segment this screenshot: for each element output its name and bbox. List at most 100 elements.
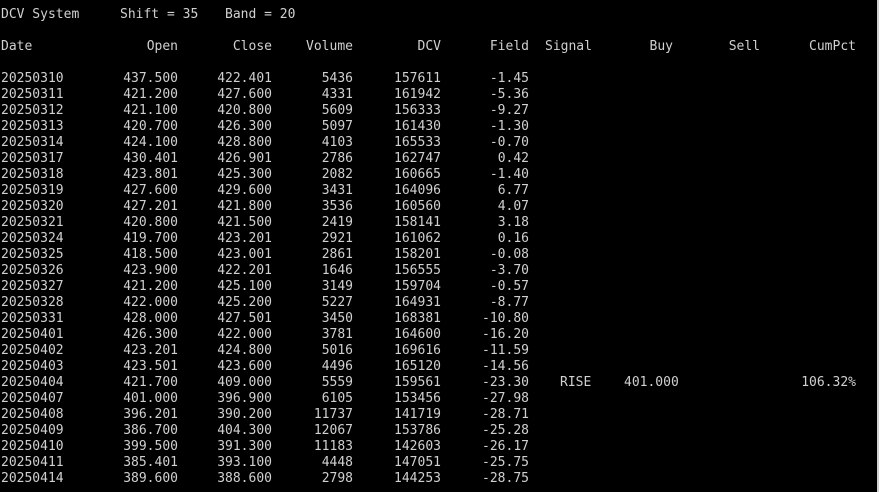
row-volume: 3149 xyxy=(321,279,353,294)
row-close: 396.900 xyxy=(217,391,272,406)
row-field: -25.75 xyxy=(482,455,529,470)
row-close: 391.300 xyxy=(217,439,272,454)
row-volume: 2786 xyxy=(321,151,353,166)
row-field: -16.20 xyxy=(482,327,529,342)
row-open: 401.000 xyxy=(123,391,178,406)
table-row: 20250312 421.100 420.800 5609 156333 -9.27 xyxy=(0,103,863,119)
table-row: 20250321 420.800 421.500 2419 158141 3.18 xyxy=(0,215,863,231)
row-open: 421.200 xyxy=(123,279,178,294)
table-row: 20250313 420.700 426.300 5097 161430 -1.30 xyxy=(0,119,863,135)
row-field: -11.59 xyxy=(482,343,529,358)
row-volume: 2419 xyxy=(321,215,353,230)
header-field: Field xyxy=(489,39,529,54)
row-open: 399.500 xyxy=(123,439,178,454)
row-date: 20250310 xyxy=(1,71,64,86)
band-param: Band = 20 xyxy=(225,7,296,22)
row-open: 419.700 xyxy=(123,231,178,246)
row-date: 20250409 xyxy=(1,423,64,438)
row-dcv: 160665 xyxy=(394,167,441,182)
row-close: 428.800 xyxy=(217,135,272,150)
title-line: DCV System Shift = 35 Band = 20 xyxy=(0,7,295,23)
row-close: 409.000 xyxy=(217,375,272,390)
row-open: 421.200 xyxy=(123,87,178,102)
header-date: Date xyxy=(1,39,33,54)
row-close: 393.100 xyxy=(217,455,272,470)
row-close: 422.401 xyxy=(217,71,272,86)
table-row: 20250311 421.200 427.600 4331 161942 -5.36 xyxy=(0,87,863,103)
row-open: 421.700 xyxy=(123,375,178,390)
row-field: 4.07 xyxy=(497,199,529,214)
table-row: 20250319 427.600 429.600 3431 164096 6.77 xyxy=(0,183,863,199)
vertical-scrollbar[interactable] xyxy=(863,0,879,492)
row-close: 420.800 xyxy=(217,103,272,118)
row-cumpct: 106.32% xyxy=(801,375,856,390)
row-volume: 3781 xyxy=(321,327,353,342)
row-date: 20250411 xyxy=(1,455,64,470)
row-field: -28.71 xyxy=(482,407,529,422)
row-field: -25.28 xyxy=(482,423,529,438)
row-open: 396.201 xyxy=(123,407,178,422)
shift-param: Shift = 35 xyxy=(120,7,199,22)
row-field: -1.45 xyxy=(489,71,529,86)
row-signal: RISE xyxy=(560,375,592,390)
row-dcv: 165533 xyxy=(394,135,441,150)
row-date: 20250326 xyxy=(1,263,64,278)
table-row: 20250324 419.700 423.201 2921 161062 0.16 xyxy=(0,231,863,247)
row-close: 390.200 xyxy=(217,407,272,422)
row-open: 428.000 xyxy=(123,311,178,326)
row-dcv: 156555 xyxy=(394,263,441,278)
row-dcv: 142603 xyxy=(394,439,441,454)
system-name: DCV System xyxy=(1,7,80,22)
table-row: 20250318 423.801 425.300 2082 160665 -1.40 xyxy=(0,167,863,183)
table-row: 20250402 423.201 424.800 5016 169616 -11.59 xyxy=(0,343,863,359)
row-date: 20250324 xyxy=(1,231,64,246)
row-open: 430.401 xyxy=(123,151,178,166)
row-close: 424.800 xyxy=(217,343,272,358)
row-volume: 2082 xyxy=(321,167,353,182)
row-dcv: 169616 xyxy=(394,343,441,358)
row-volume: 5227 xyxy=(321,295,353,310)
row-dcv: 161430 xyxy=(394,119,441,134)
row-open: 423.900 xyxy=(123,263,178,278)
row-dcv: 153456 xyxy=(394,391,441,406)
row-open: 427.201 xyxy=(123,199,178,214)
row-field: -27.98 xyxy=(482,391,529,406)
row-open: 423.501 xyxy=(123,359,178,374)
row-dcv: 158201 xyxy=(394,247,441,262)
table-row: 20250404 421.700 409.000 5559 159561 -23.30 RI… xyxy=(0,375,863,391)
row-field: -9.27 xyxy=(489,103,529,118)
row-volume: 11183 xyxy=(313,439,353,454)
row-field: -0.70 xyxy=(489,135,529,150)
row-open: 422.000 xyxy=(123,295,178,310)
row-dcv: 159704 xyxy=(394,279,441,294)
row-open: 420.800 xyxy=(123,215,178,230)
table-row: 20250411 385.401 393.100 4448 147051 -25.75 xyxy=(0,455,863,471)
row-volume: 3536 xyxy=(321,199,353,214)
row-close: 426.300 xyxy=(217,119,272,134)
row-dcv: 162747 xyxy=(394,151,441,166)
row-field: -23.30 xyxy=(482,375,529,390)
row-volume: 6105 xyxy=(321,391,353,406)
table-row: 20250410 399.500 391.300 11183 142603 -26.17 xyxy=(0,439,863,455)
console-output: DCV System Shift = 35 Band = 20 Date Ope… xyxy=(0,0,863,492)
row-open: 437.500 xyxy=(123,71,178,86)
row-close: 421.500 xyxy=(217,215,272,230)
row-volume: 2861 xyxy=(321,247,353,262)
row-field: -1.30 xyxy=(489,119,529,134)
table-row: 20250325 418.500 423.001 2861 158201 -0.08 xyxy=(0,247,863,263)
row-field: 3.18 xyxy=(497,215,529,230)
row-date: 20250402 xyxy=(1,343,64,358)
table-row: 20250314 424.100 428.800 4103 165533 -0.70 xyxy=(0,135,863,151)
row-volume: 12067 xyxy=(313,423,353,438)
row-volume: 2921 xyxy=(321,231,353,246)
row-date: 20250403 xyxy=(1,359,64,374)
header-open: Open xyxy=(146,39,178,54)
row-close: 422.201 xyxy=(217,263,272,278)
data-rows: 20250310 437.500 422.401 5436 157611 -1.45 202… xyxy=(0,71,863,487)
row-open: 418.500 xyxy=(123,247,178,262)
row-buy: 401.000 xyxy=(624,375,679,390)
table-row: 20250320 427.201 421.800 3536 160560 4.07 xyxy=(0,199,863,215)
row-field: -10.80 xyxy=(482,311,529,326)
header-dcv: DCV xyxy=(417,39,441,54)
row-close: 425.200 xyxy=(217,295,272,310)
